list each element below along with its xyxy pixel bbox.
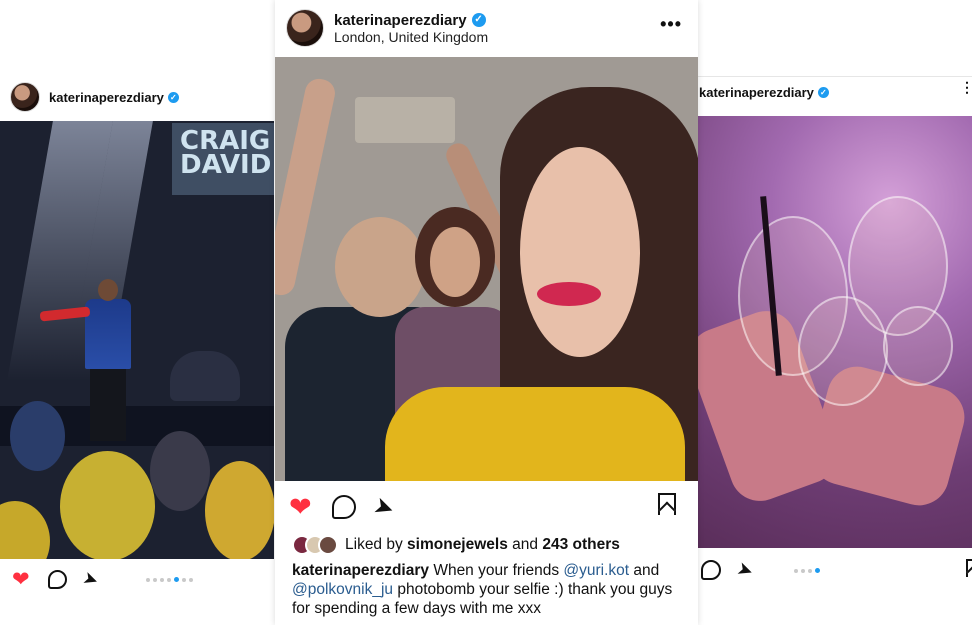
likes-summary[interactable]: Liked by simonejewels and 243 others: [275, 533, 698, 557]
crowd-member: [150, 431, 210, 511]
background-person: [430, 227, 480, 297]
crowd-member: [60, 451, 155, 559]
carousel-dot: [808, 568, 812, 573]
stage-banner: CRAIG DAVID: [172, 123, 274, 195]
post-location[interactable]: London, United Kingdom: [334, 29, 488, 45]
liker-avatars: [292, 535, 338, 555]
post-header: katerinaperezdiary ✓: [0, 73, 274, 121]
post-card-middle: katerinaperezdiary ✓ London, United King…: [275, 0, 698, 625]
avatar[interactable]: [10, 82, 40, 112]
carousel-dot: [160, 577, 164, 582]
performer: [90, 367, 126, 441]
performer: [85, 299, 131, 369]
carousel-dot-active: [174, 577, 179, 582]
header-text: katerinaperezdiary ✓ London, United King…: [334, 12, 488, 45]
carousel-dot: [794, 568, 798, 573]
share-icon[interactable]: ➤: [369, 490, 398, 524]
post-photo[interactable]: CRAIG DAVID: [0, 121, 274, 559]
post-card-left: katerinaperezdiary ✓ CRAIG DAVID ❤ ➤: [0, 73, 274, 625]
verified-badge-icon: ✓: [817, 86, 829, 98]
crowd-member: [0, 501, 50, 559]
likes-joiner: and: [512, 536, 539, 553]
carousel-indicator: [794, 568, 820, 573]
mention-link[interactable]: @polkovnik_ju: [292, 581, 393, 598]
bookmark-icon[interactable]: [966, 559, 972, 577]
comment-icon[interactable]: [47, 569, 67, 589]
raised-arm: [275, 76, 338, 298]
post-caption: katerinaperezdiary When your friends @yu…: [275, 557, 698, 618]
post-actions: ❤ ➤: [0, 559, 274, 599]
carousel-dot: [146, 577, 150, 582]
crowd-member: [10, 401, 65, 471]
carousel-dot: [167, 577, 171, 582]
carousel-dot: [801, 568, 805, 573]
banner-text: DAVID: [180, 150, 272, 180]
heart-icon[interactable]: ❤: [289, 492, 312, 523]
likes-count[interactable]: 243 others: [542, 536, 620, 553]
comment-icon[interactable]: [701, 560, 721, 580]
heart-icon[interactable]: ❤: [12, 567, 30, 592]
caption-text: When your friends: [433, 562, 560, 579]
post-actions: ➤: [698, 548, 972, 592]
caption-username[interactable]: katerinaperezdiary: [292, 562, 429, 579]
carousel-dot-active: [815, 568, 820, 573]
username[interactable]: katerinaperezdiary: [699, 85, 814, 100]
comment-icon[interactable]: [331, 495, 356, 519]
verified-badge-icon: ✓: [471, 13, 486, 27]
post-card-right: katerinaperezdiary ✓ ⋮ ➤: [698, 76, 972, 625]
selfie-person: [385, 387, 685, 481]
share-icon[interactable]: ➤: [79, 567, 101, 592]
more-options-icon[interactable]: ⋮: [960, 79, 972, 96]
bookmark-icon[interactable]: [658, 493, 676, 515]
post-photo[interactable]: [698, 116, 972, 548]
post-header: katerinaperezdiary ✓ ⋮: [698, 77, 972, 107]
carousel-indicator: [146, 577, 193, 582]
carousel-dot: [189, 577, 193, 582]
username-row[interactable]: katerinaperezdiary ✓: [334, 12, 488, 29]
avatar: [318, 535, 338, 555]
verified-badge-icon: ✓: [167, 91, 179, 103]
drum-kit: [170, 351, 240, 401]
performer: [98, 279, 118, 301]
wall-fixture: [355, 97, 455, 143]
carousel-dot: [182, 577, 186, 582]
drink-glass: [883, 306, 953, 386]
liker-username[interactable]: simonejewels: [407, 536, 508, 553]
drink-glass: [798, 296, 888, 406]
likes-prefix: Liked by: [345, 536, 403, 553]
caption-text: and: [633, 562, 660, 579]
post-actions: ❤ ➤: [275, 481, 698, 533]
background-person: [335, 217, 425, 317]
likes-text: Liked by simonejewels and 243 others: [345, 536, 620, 554]
crowd-member: [205, 461, 274, 559]
selfie-person: [537, 282, 601, 306]
post-photo[interactable]: [275, 57, 698, 481]
avatar[interactable]: [286, 9, 324, 47]
more-options-icon[interactable]: •••: [660, 14, 682, 35]
post-header: katerinaperezdiary ✓ London, United King…: [275, 0, 698, 56]
share-icon[interactable]: ➤: [734, 556, 757, 583]
carousel-dot: [153, 577, 157, 582]
username[interactable]: katerinaperezdiary: [334, 12, 467, 29]
username[interactable]: katerinaperezdiary: [49, 90, 164, 105]
selfie-person: [520, 147, 640, 357]
mention-link[interactable]: @yuri.kot: [563, 562, 629, 579]
